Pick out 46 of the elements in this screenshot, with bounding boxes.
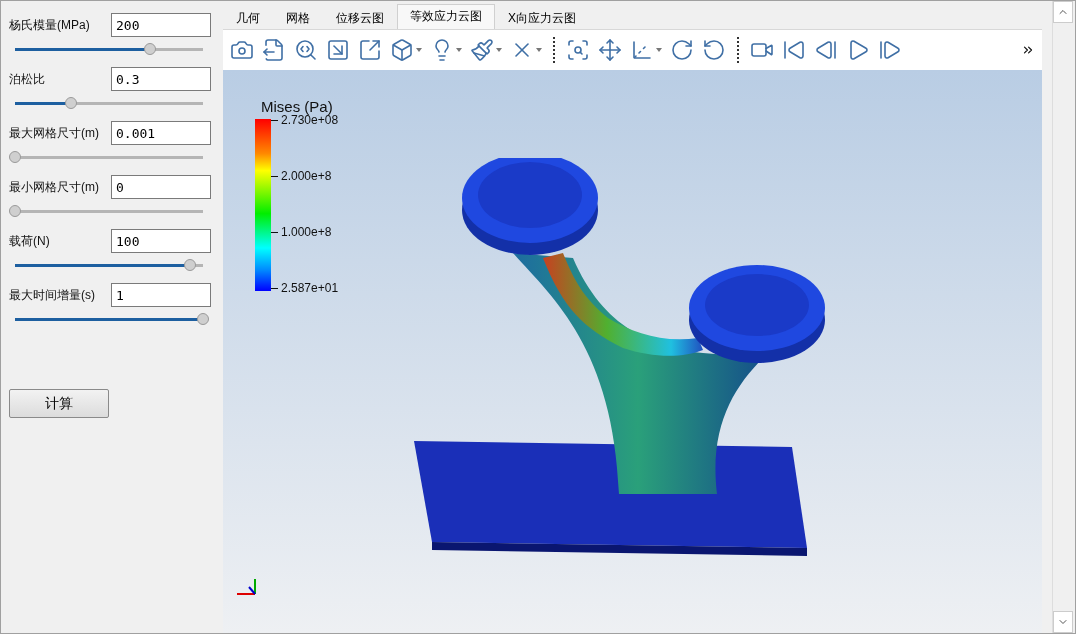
parameter-label: 最小网格尺寸(m) <box>9 178 99 196</box>
slider-thumb[interactable] <box>9 204 21 217</box>
skip-back-icon <box>782 38 806 62</box>
parameter-input[interactable]: 1 <box>111 283 211 307</box>
tab[interactable]: 网格 <box>273 6 323 29</box>
legend-tick-label: 2.730e+08 <box>271 114 339 126</box>
slider-thumb[interactable] <box>183 258 196 271</box>
square-arrow-out-icon <box>358 38 382 62</box>
parameter-label: 载荷(N) <box>9 232 50 250</box>
parameter-input[interactable]: 0.3 <box>111 67 211 91</box>
brush-icon <box>470 38 494 62</box>
axes-triad-icon <box>235 577 257 597</box>
tab[interactable]: X向应力云图 <box>495 6 589 29</box>
legend-tick-label: 2.587e+01 <box>271 282 339 294</box>
slider-thumb[interactable] <box>144 42 157 55</box>
legend-tick-label: 2.000e+8 <box>271 170 339 182</box>
parameter-input[interactable]: 0 <box>111 175 211 199</box>
parameter-label: 最大网格尺寸(m) <box>9 124 99 142</box>
axes-icon <box>630 38 654 62</box>
parameter-input[interactable]: 0.001 <box>111 121 211 145</box>
cube-icon <box>390 38 414 62</box>
rotate-counterclockwise-icon <box>702 38 726 62</box>
slider-thumb[interactable] <box>65 96 78 109</box>
stress-model-drawing[interactable] <box>414 158 825 556</box>
parameter-label: 杨氏模量(MPa) <box>9 16 90 34</box>
parameter-label: 泊松比 <box>9 70 45 88</box>
step-back-icon <box>814 38 838 62</box>
step-forward-icon <box>878 38 902 62</box>
search-icon <box>294 38 318 62</box>
tab[interactable]: 等效应力云图 <box>397 4 495 29</box>
rotate-clockwise-icon <box>670 38 694 62</box>
move-icon <box>598 38 622 62</box>
slider-thumb[interactable] <box>9 150 21 163</box>
compute-button[interactable]: 计算 <box>9 389 109 418</box>
legend-tick-label: 1.000e+8 <box>271 226 339 238</box>
legend-title: Mises (Pa) <box>261 98 333 115</box>
parameter-input[interactable]: 100 <box>111 229 211 253</box>
slider-thumb[interactable] <box>197 312 209 325</box>
camera-icon <box>230 38 254 62</box>
export-icon <box>262 38 286 62</box>
tab[interactable]: 位移云图 <box>323 6 397 29</box>
parameter-input[interactable]: 200 <box>111 13 211 37</box>
parameter-label: 最大时间增量(s) <box>9 286 95 304</box>
chevrons-right-icon <box>1021 43 1035 57</box>
tab[interactable]: 几何 <box>223 6 273 29</box>
zoom-box-icon <box>566 38 590 62</box>
